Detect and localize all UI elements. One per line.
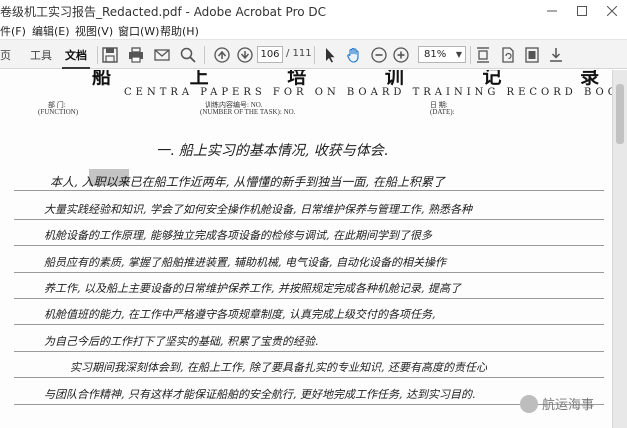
title-bar: 卷级机工实习报告_Redacted.pdf - Adobe Acrobat Pr… [0, 0, 627, 21]
page-number-input[interactable]: 106 [257, 46, 283, 63]
page-view-icon [525, 47, 539, 63]
watermark-text: 航运海事 [542, 398, 595, 413]
menu-view[interactable]: 视图(V) [75, 23, 113, 39]
fit-page-button[interactable] [473, 45, 493, 65]
zoom-out-icon [371, 47, 387, 63]
download-icon [550, 48, 562, 62]
zoom-value: 81% [424, 49, 447, 60]
toolbar-divider [470, 46, 471, 64]
hand-icon [347, 47, 359, 63]
minimize-icon [547, 10, 557, 11]
document-viewport[interactable]: 船 上 培 训 记 录 簿 附 页 CENTRA PAPERS FOR ON B… [0, 70, 627, 428]
page-header-subtitle: CENTRA PAPERS FOR ON BOARD TRAINING RECO… [124, 87, 612, 98]
window-controls [537, 0, 627, 21]
email-button[interactable] [152, 45, 172, 65]
arrow-down-circle-icon [237, 47, 253, 63]
menu-bar: 件(F) 编辑(E) 视图(V) 窗口(W) 帮助(H) [0, 21, 627, 39]
ruled-line [14, 219, 604, 220]
next-page-button[interactable] [235, 45, 255, 65]
fit-page-icon [477, 47, 489, 63]
handwritten-line: 养工作, 以及船上主要设备的日常维护保养工作, 并按照规定完成各种机舱记录, 提… [44, 282, 461, 295]
envelope-icon [154, 49, 170, 61]
handwritten-line: 机舱设备的工作原理, 能够独立完成各项设备的检修与调试, 在此期间学到了很多 [44, 229, 432, 242]
zoom-in-button[interactable] [391, 45, 411, 65]
tab-document[interactable]: 文档 [65, 47, 87, 63]
menu-file[interactable]: 件(F) [0, 23, 26, 39]
hand-tool-button[interactable] [344, 45, 364, 65]
handwritten-line: 为自己今后的工作打下了坚实的基础, 积累了宝贵的经验. [44, 335, 319, 348]
ruled-line [14, 404, 604, 405]
ruled-line [14, 351, 604, 352]
zoom-select[interactable]: 81% ▼ [418, 46, 466, 63]
save-button[interactable] [100, 45, 120, 65]
section-heading: 一. 船上实习的基本情况, 收获与体会. [156, 143, 389, 159]
menu-edit[interactable]: 编辑(E) [32, 23, 70, 39]
minimize-button[interactable] [537, 0, 567, 21]
cursor-arrow-icon [326, 48, 335, 63]
ruled-line [14, 190, 604, 191]
menu-help[interactable]: 帮助(H) [160, 23, 199, 39]
toolbar: 页 工具 文档 106 / 111 81% ▼ [0, 39, 627, 69]
date-label-en: (DATE): [430, 108, 455, 116]
wechat-logo-icon [520, 394, 538, 413]
download-button[interactable] [546, 45, 566, 65]
handwritten-line: 与团队合作精神, 只有这样才能保证船舶的安全航行, 更好地完成工作任务, 达到实… [44, 388, 476, 401]
handwritten-line: 大量实践经验和知识, 学会了如何安全操作机舱设备, 日常维护保养与管理工作, 熟… [44, 203, 472, 216]
chevron-down-icon: ▼ [455, 50, 462, 59]
toolbar-divider [314, 46, 315, 64]
menu-window[interactable]: 窗口(W) [118, 23, 159, 39]
previous-page-button[interactable] [212, 45, 232, 65]
window-title: 卷级机工实习报告_Redacted.pdf - Adobe Acrobat Pr… [0, 5, 327, 19]
search-button[interactable] [178, 45, 198, 65]
ruled-line [14, 298, 604, 299]
tab-tools[interactable]: 工具 [30, 47, 52, 63]
toolbar-divider [97, 46, 98, 64]
tab-home[interactable]: 页 [0, 47, 11, 63]
print-button[interactable] [126, 45, 146, 65]
read-mode-button[interactable] [522, 45, 542, 65]
print-icon [129, 47, 143, 63]
pdf-page: 船 上 培 训 记 录 簿 附 页 CENTRA PAPERS FOR ON B… [0, 70, 612, 428]
search-icon [180, 47, 196, 63]
ruled-line [14, 377, 604, 378]
scrollbar-thumb[interactable] [616, 84, 624, 144]
page-total: / 111 [286, 48, 312, 59]
ruled-line [14, 272, 604, 273]
maximize-button[interactable] [567, 0, 597, 21]
toolbar-divider [204, 46, 205, 64]
maximize-icon [577, 5, 587, 16]
handwritten-line: 船员应有的素质, 掌握了船舶推进装置, 辅助机械, 电气设备, 自动化设备的相关… [44, 256, 446, 269]
zoom-out-button[interactable] [369, 45, 389, 65]
save-icon [102, 47, 118, 63]
handwritten-line: 机舱值班的能力, 在工作中严格遵守各项规章制度, 认真完成上级交付的各项任务, [44, 308, 436, 321]
handwritten-line: 实习期间我深刻体会到, 在船上工作, 除了要具备扎实的专业知识, 还要有高度的责… [70, 361, 487, 374]
handwritten-line: 本人, 入职以来已在船工作近两年, 从懵懂的新手到独当一面, 在船上积累了 [50, 175, 445, 189]
ruled-line [14, 324, 604, 325]
rotate-page-icon [502, 47, 514, 63]
ruled-line [14, 245, 604, 246]
rotate-button[interactable] [498, 45, 518, 65]
select-tool-button[interactable] [320, 45, 340, 65]
watermark: 航运海事 [520, 394, 594, 413]
task-number-label-en: (NUMBER OF THE TASK): NO. [200, 108, 296, 116]
zoom-in-icon [393, 47, 409, 63]
function-label: (FUNCTION) [38, 108, 79, 116]
active-tab-indicator [62, 67, 90, 69]
arrow-up-circle-icon [214, 47, 230, 63]
close-button[interactable] [597, 0, 627, 21]
vertical-scrollbar[interactable] [612, 70, 627, 428]
close-icon [607, 5, 617, 16]
